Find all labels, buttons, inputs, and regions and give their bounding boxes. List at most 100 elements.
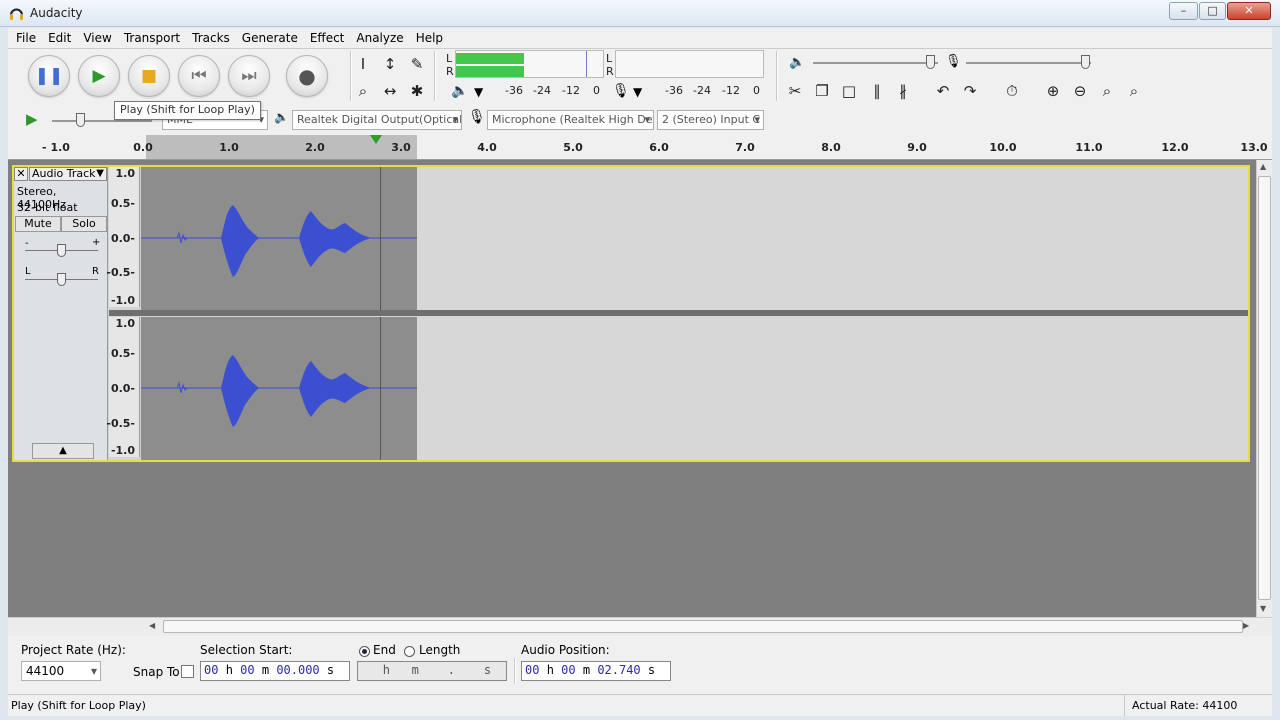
play-at-speed-icon[interactable]: ▶ (26, 110, 38, 128)
status-divider (1124, 695, 1125, 716)
rec-meter-left-label: L (606, 52, 613, 65)
scroll-right-icon[interactable]: ▶ (1243, 621, 1249, 630)
track-name-menu[interactable]: Audio Track ▼ (29, 167, 107, 181)
empty-track-region[interactable] (417, 167, 1248, 310)
maximize-button[interactable]: □ (1199, 2, 1226, 20)
selection-tool-icon[interactable]: I (352, 53, 374, 75)
recording-meter[interactable] (615, 50, 764, 78)
ruler-tick-label: 10.0 (989, 141, 1017, 154)
empty-track-region[interactable] (417, 317, 1248, 460)
playback-meter[interactable] (455, 50, 604, 78)
vertical-scroll-thumb[interactable] (1258, 176, 1271, 600)
ruler-tick-label: 13.0 (1240, 141, 1268, 154)
project-rate-select[interactable]: 44100 (21, 661, 101, 681)
horizontal-scroll-thumb[interactable] (163, 620, 1243, 633)
envelope-tool-icon[interactable]: ↕ (379, 53, 401, 75)
waveform-left-channel[interactable] (141, 167, 417, 310)
minimize-button[interactable]: – (1169, 2, 1198, 20)
waveform-right-channel[interactable] (141, 317, 417, 460)
end-radio[interactable] (359, 646, 370, 657)
track-control-panel: ✕ Audio Track ▼ Stereo, 44100Hz 32-bit f… (14, 167, 108, 460)
menu-transport[interactable]: Transport (116, 28, 184, 45)
vertical-scrollbar[interactable]: ▲ ▼ (1256, 160, 1272, 617)
menu-help[interactable]: Help (408, 28, 447, 45)
collapse-track-button[interactable]: ▲ (32, 443, 94, 459)
fit-selection-icon[interactable]: ⌕ (1096, 80, 1118, 102)
start-m-unit: m (261, 663, 270, 677)
play-button[interactable]: ▶ (78, 55, 120, 97)
timeline-ruler[interactable]: - 1.0 0.0 1.0 2.0 3.0 4.0 5.0 6.0 7.0 8.… (8, 135, 1272, 160)
audio-position-field[interactable]: 00 h 00 m 02.740 s (521, 661, 671, 681)
start-seconds: 00.000 (276, 663, 320, 677)
selection-start-field[interactable]: 00 h 00 m 00.000 s (200, 661, 350, 681)
copy-icon[interactable]: ❐ (811, 80, 833, 102)
scroll-down-icon[interactable]: ▼ (1260, 604, 1266, 613)
menu-generate[interactable]: Generate (234, 28, 302, 45)
length-radio[interactable] (404, 646, 415, 657)
silence-icon[interactable]: ∦ (892, 80, 914, 102)
input-volume-thumb[interactable] (1081, 55, 1090, 69)
input-channels-select[interactable]: 2 (Stereo) Input C (657, 110, 764, 130)
draw-tool-icon[interactable]: ✎ (406, 53, 428, 75)
close-button[interactable]: ✕ (1227, 2, 1271, 20)
close-track-icon[interactable]: ✕ (14, 167, 28, 181)
vertical-ruler-left: 1.0 0.5- 0.0- -0.5- -1.0 (106, 167, 140, 307)
zoom-tool-icon[interactable]: ⌕ (352, 80, 374, 102)
meter-right-bar (456, 66, 524, 77)
zoom-out-icon[interactable]: ⊖ (1069, 80, 1091, 102)
microphone-icon[interactable]: 🎙 (612, 83, 630, 99)
window-title: Audacity (30, 6, 83, 20)
sync-lock-icon[interactable]: ⏱ (1001, 80, 1023, 102)
timeshift-tool-icon[interactable]: ↔ (379, 80, 401, 102)
paste-icon[interactable]: □ (838, 80, 860, 102)
fit-project-icon[interactable]: ⌕ (1123, 80, 1145, 102)
menu-edit[interactable]: Edit (40, 28, 75, 45)
meter-left-label: L (446, 52, 453, 65)
multi-tool-icon[interactable]: ✱ (406, 80, 428, 102)
ruler-tick-label: 8.0 (821, 141, 841, 154)
input-volume-slider[interactable] (966, 62, 1091, 64)
speaker-icon[interactable]: 🔈 (451, 83, 468, 99)
mute-button[interactable]: Mute (15, 216, 61, 232)
horizontal-scrollbar[interactable]: ◀ ▶ (8, 617, 1272, 636)
zoom-in-icon[interactable]: ⊕ (1042, 80, 1064, 102)
status-bar: Play (Shift for Loop Play) Actual Rate: … (8, 694, 1272, 716)
gain-slider-thumb[interactable] (57, 244, 66, 257)
pause-button[interactable]: ❚❚ (28, 55, 70, 97)
output-volume-slider[interactable] (813, 62, 938, 64)
output-volume-thumb[interactable] (926, 55, 935, 69)
redo-icon[interactable]: ↷ (959, 80, 981, 102)
vscale-label: 0.0- (110, 382, 135, 395)
scroll-up-icon[interactable]: ▲ (1260, 162, 1266, 171)
cut-icon[interactable]: ✂ (784, 80, 806, 102)
stop-button[interactable]: ■ (128, 55, 170, 97)
menu-view[interactable]: View (75, 28, 115, 45)
play-speed-thumb[interactable] (76, 113, 85, 127)
meter-tick: -12 (722, 84, 740, 97)
skip-start-button[interactable]: ⏮ (178, 55, 220, 97)
record-button[interactable]: ● (286, 55, 328, 97)
ruler-tick-label: 5.0 (563, 141, 583, 154)
ruler-tick-label: 4.0 (477, 141, 497, 154)
solo-button[interactable]: Solo (61, 216, 107, 232)
menu-tracks[interactable]: Tracks (184, 28, 234, 45)
menu-effect[interactable]: Effect (302, 28, 349, 45)
selection-end-field[interactable]: h m . s (357, 661, 507, 681)
chevron-down-icon[interactable]: ▼ (633, 85, 642, 99)
scroll-left-icon[interactable]: ◀ (149, 621, 155, 630)
snap-to-checkbox[interactable] (181, 665, 194, 678)
menu-file[interactable]: File (8, 28, 40, 45)
start-hours: 00 (204, 663, 219, 677)
trim-icon[interactable]: ∥ (866, 80, 888, 102)
skip-end-button[interactable]: ⏭ (228, 55, 270, 97)
waveform-left (141, 205, 417, 277)
pos-s-unit: s (647, 663, 656, 677)
play-speed-slider[interactable] (52, 120, 152, 122)
output-device-select[interactable]: Realtek Digital Output(Optical) (292, 110, 462, 130)
chevron-down-icon[interactable]: ▼ (474, 85, 483, 99)
menu-analyze[interactable]: Analyze (348, 28, 407, 45)
stop-icon: ■ (140, 66, 158, 86)
undo-icon[interactable]: ↶ (932, 80, 954, 102)
input-device-select[interactable]: Microphone (Realtek High Defi (487, 110, 654, 130)
pan-slider-thumb[interactable] (57, 273, 66, 286)
